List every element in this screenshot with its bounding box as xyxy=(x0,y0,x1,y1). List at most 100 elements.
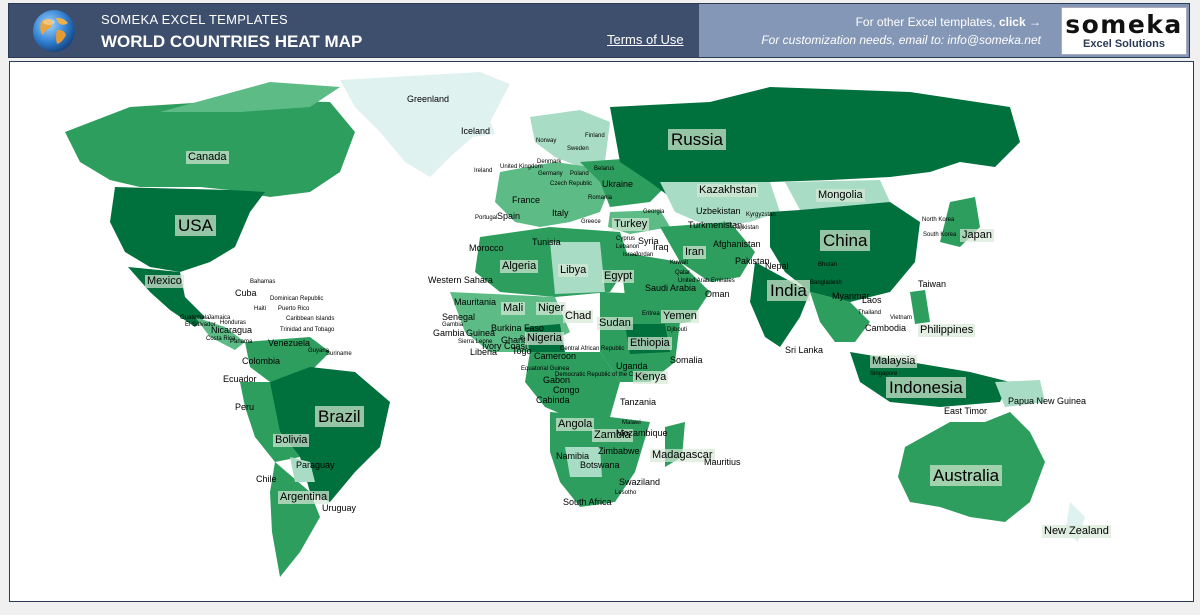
label-paraguay: Paraguay xyxy=(296,460,335,470)
label-france: France xyxy=(512,195,541,205)
label-morocco: Morocco xyxy=(469,243,504,253)
label-indonesia: Indonesia xyxy=(886,377,966,398)
label-malaysia: Malaysia xyxy=(870,355,918,368)
map-canvas xyxy=(65,72,1085,577)
label-mali: Mali xyxy=(501,302,526,315)
label-kuwait: Kuwait xyxy=(670,260,689,266)
label-swaziland: Swaziland xyxy=(619,477,661,487)
label-india: India xyxy=(767,280,810,301)
someka-logo[interactable]: someka Excel Solutions xyxy=(1061,7,1187,55)
label-north-korea: North Korea xyxy=(922,217,955,223)
label-cameroon: Cameroon xyxy=(534,351,577,361)
label-new-zealand: New Zealand xyxy=(1042,525,1111,538)
templates-click-link[interactable]: click xyxy=(999,15,1026,29)
label-afghanistan: Afghanistan xyxy=(713,239,761,249)
label-philippines: Philippines xyxy=(918,324,976,337)
label-bhutan: Bhutan xyxy=(818,262,838,268)
label-laos: Laos xyxy=(862,295,882,305)
label-nicaragua: Nicaragua xyxy=(211,325,253,335)
label-thailand: Thailand xyxy=(858,310,882,316)
label-kenya: Kenya xyxy=(633,371,669,384)
label-trinidad: Trinidad and Tobago xyxy=(280,327,335,333)
label-south-korea: South Korea xyxy=(923,232,957,238)
label-western-sahara: Western Sahara xyxy=(428,275,493,285)
label-lesotho: Lesotho xyxy=(615,490,637,496)
page-title: WORLD COUNTRIES HEAT MAP xyxy=(101,32,363,51)
label-peru: Peru xyxy=(235,402,255,412)
label-bolivia: Bolivia xyxy=(273,434,310,447)
customization-email-text[interactable]: For customization needs, email to: info@… xyxy=(761,33,1041,47)
arrow-right-icon: → xyxy=(1029,15,1041,29)
header-bar: SOMEKA EXCEL TEMPLATES WORLD COUNTRIES H… xyxy=(8,3,1190,58)
label-mauritius: Mauritius xyxy=(704,457,741,467)
label-saudi-arabia: Saudi Arabia xyxy=(645,283,697,293)
label-portugal: Portugal xyxy=(475,215,498,221)
label-mexico: Mexico xyxy=(145,275,184,288)
label-bangladesh: Bangladesh xyxy=(810,280,842,286)
label-botswana: Botswana xyxy=(580,460,620,470)
label-usa: USA xyxy=(175,215,216,236)
label-uzbekistan: Uzbekistan xyxy=(696,206,741,216)
label-dominican-republic: Dominican Republic xyxy=(270,296,324,302)
templates-promo[interactable]: For other Excel templates, click → xyxy=(856,15,1041,29)
label-cambodia: Cambodia xyxy=(865,323,907,333)
label-papua-new-guinea: Papua New Guinea xyxy=(1008,396,1087,406)
label-tunisia: Tunisia xyxy=(532,237,561,247)
label-vietnam: Vietnam xyxy=(890,315,912,321)
label-uruguay: Uruguay xyxy=(322,503,357,513)
label-kazakhstan: Kazakhstan xyxy=(697,184,759,197)
label-russia: Russia xyxy=(668,129,726,150)
label-eritrea: Eritrea xyxy=(642,311,660,317)
label-yemen: Yemen xyxy=(661,310,699,323)
brand-name: SOMEKA EXCEL TEMPLATES xyxy=(101,12,288,27)
label-east-timor: East Timor xyxy=(944,406,988,416)
label-kyrgyzstan: Kyrgyzstan xyxy=(746,212,776,218)
label-iceland: Iceland xyxy=(461,126,491,136)
label-tanzania: Tanzania xyxy=(620,397,657,407)
label-iraq: Iraq xyxy=(653,242,669,252)
label-suriname: Suriname xyxy=(326,351,352,357)
label-somalia: Somalia xyxy=(670,355,703,365)
label-colombia: Colombia xyxy=(242,356,281,366)
logo-wordmark: someka xyxy=(1065,10,1183,39)
label-ireland: Ireland xyxy=(474,168,493,174)
label-nigeria: Nigeria xyxy=(525,332,564,345)
label-djibouti: Djibouti xyxy=(667,327,688,333)
label-qatar: Qatar xyxy=(675,270,691,276)
label-guatemala: Guatemala xyxy=(180,315,210,321)
label-chile: Chile xyxy=(256,474,277,484)
label-poland: Poland xyxy=(570,171,589,177)
label-lebanon: Lebanon xyxy=(616,244,640,250)
label-panama: Panama xyxy=(230,339,253,345)
label-algeria: Algeria xyxy=(500,260,539,273)
label-niger: Niger xyxy=(536,302,567,315)
terms-of-use-link[interactable]: Terms of Use xyxy=(607,32,684,47)
label-norway: Norway xyxy=(536,138,557,144)
label-bahamas: Bahamas xyxy=(250,279,276,285)
label-nepal: Nepal xyxy=(765,261,789,271)
label-germany: Germany xyxy=(538,171,563,177)
label-togo: Togo xyxy=(512,346,532,356)
label-angola: Angola xyxy=(556,418,595,431)
label-haiti: Haiti xyxy=(254,306,267,312)
globe-icon xyxy=(31,8,77,54)
label-venezuela: Venezuela xyxy=(268,338,311,348)
label-senegal: Senegal xyxy=(442,312,476,322)
label-guinea-bissau: Gambia xyxy=(433,328,465,338)
label-zimbabwe: Zimbabwe xyxy=(598,446,640,456)
label-chad: Chad xyxy=(563,310,594,323)
label-turkey: Turkey xyxy=(612,218,650,231)
label-mozambique: Mozambique xyxy=(616,428,668,438)
label-oman: Oman xyxy=(705,289,730,299)
label-czech: Czech Republic xyxy=(550,181,593,187)
label-ethiopia: Ethiopia xyxy=(628,337,672,350)
label-cuba: Cuba xyxy=(235,288,257,298)
label-canada: Canada xyxy=(186,151,229,164)
label-china: China xyxy=(820,230,871,251)
label-mongolia: Mongolia xyxy=(816,189,865,202)
region-canada xyxy=(65,100,355,197)
label-cyprus: Cyprus xyxy=(616,236,636,242)
label-ukraine: Ukraine xyxy=(602,179,634,189)
label-united-kingdom: United Kingdom xyxy=(500,164,543,170)
label-caribbean-islands: Caribbean Islands xyxy=(286,316,335,322)
